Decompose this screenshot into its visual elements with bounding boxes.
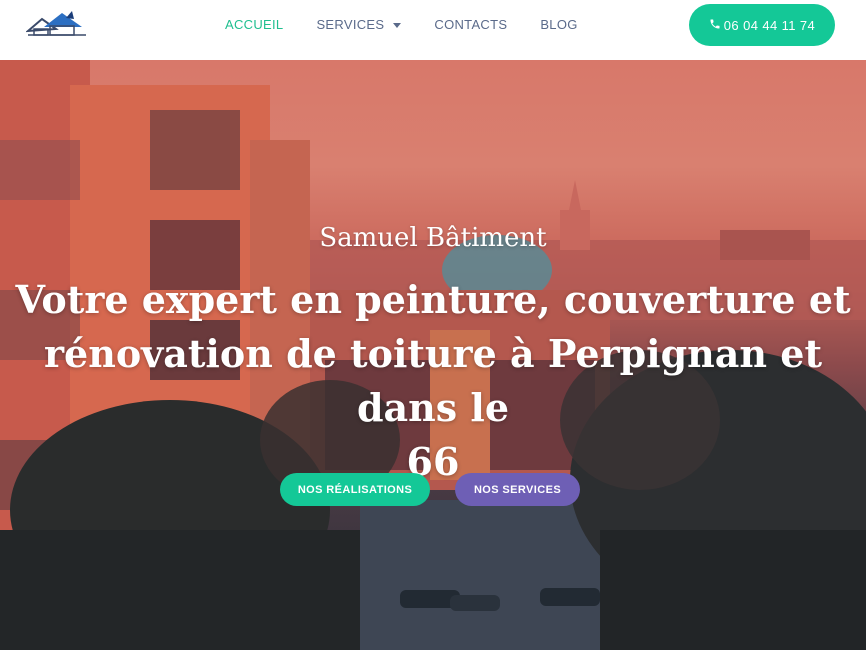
nos-services-button[interactable]: NOS SERVICES [455, 473, 580, 506]
nav-item-accueil[interactable]: ACCUEIL [225, 17, 283, 32]
nav-item-blog[interactable]: BLOG [540, 17, 577, 32]
main-nav: ACCUEIL SERVICES CONTACTS BLOG [225, 17, 611, 32]
nav-item-label: ACCUEIL [225, 17, 284, 32]
phone-button[interactable]: 06 04 44 11 74 [689, 4, 835, 46]
hero-headline: Votre expert en peinture, couverture et … [0, 273, 866, 489]
phone-icon [710, 19, 720, 28]
hero-subtitle: Samuel Bâtiment [319, 223, 547, 253]
nav-item-label: CONTACTS [434, 17, 508, 32]
hero-headline-line: 66 [406, 439, 460, 484]
hero-headline-line: Votre expert en peinture, couverture et [15, 277, 851, 322]
site-header: ACCUEIL SERVICES CONTACTS BLOG 06 04 44 … [0, 0, 866, 60]
nav-item-contacts[interactable]: CONTACTS [434, 17, 507, 32]
hero-headline-line: rénovation de toiture à Perpignan et dan… [44, 331, 822, 430]
nav-item-label: SERVICES [316, 17, 385, 32]
phone-number: 06 04 44 11 74 [723, 17, 816, 33]
nos-realisations-button[interactable]: NOS RÉALISATIONS [280, 473, 430, 506]
nav-item-label: BLOG [540, 17, 578, 32]
house-roof-logo-icon[interactable] [26, 9, 88, 39]
nav-item-services[interactable]: SERVICES [316, 17, 402, 32]
chevron-down-icon [393, 22, 402, 28]
hero-section: Samuel Bâtiment Votre expert en peinture… [0, 60, 866, 650]
